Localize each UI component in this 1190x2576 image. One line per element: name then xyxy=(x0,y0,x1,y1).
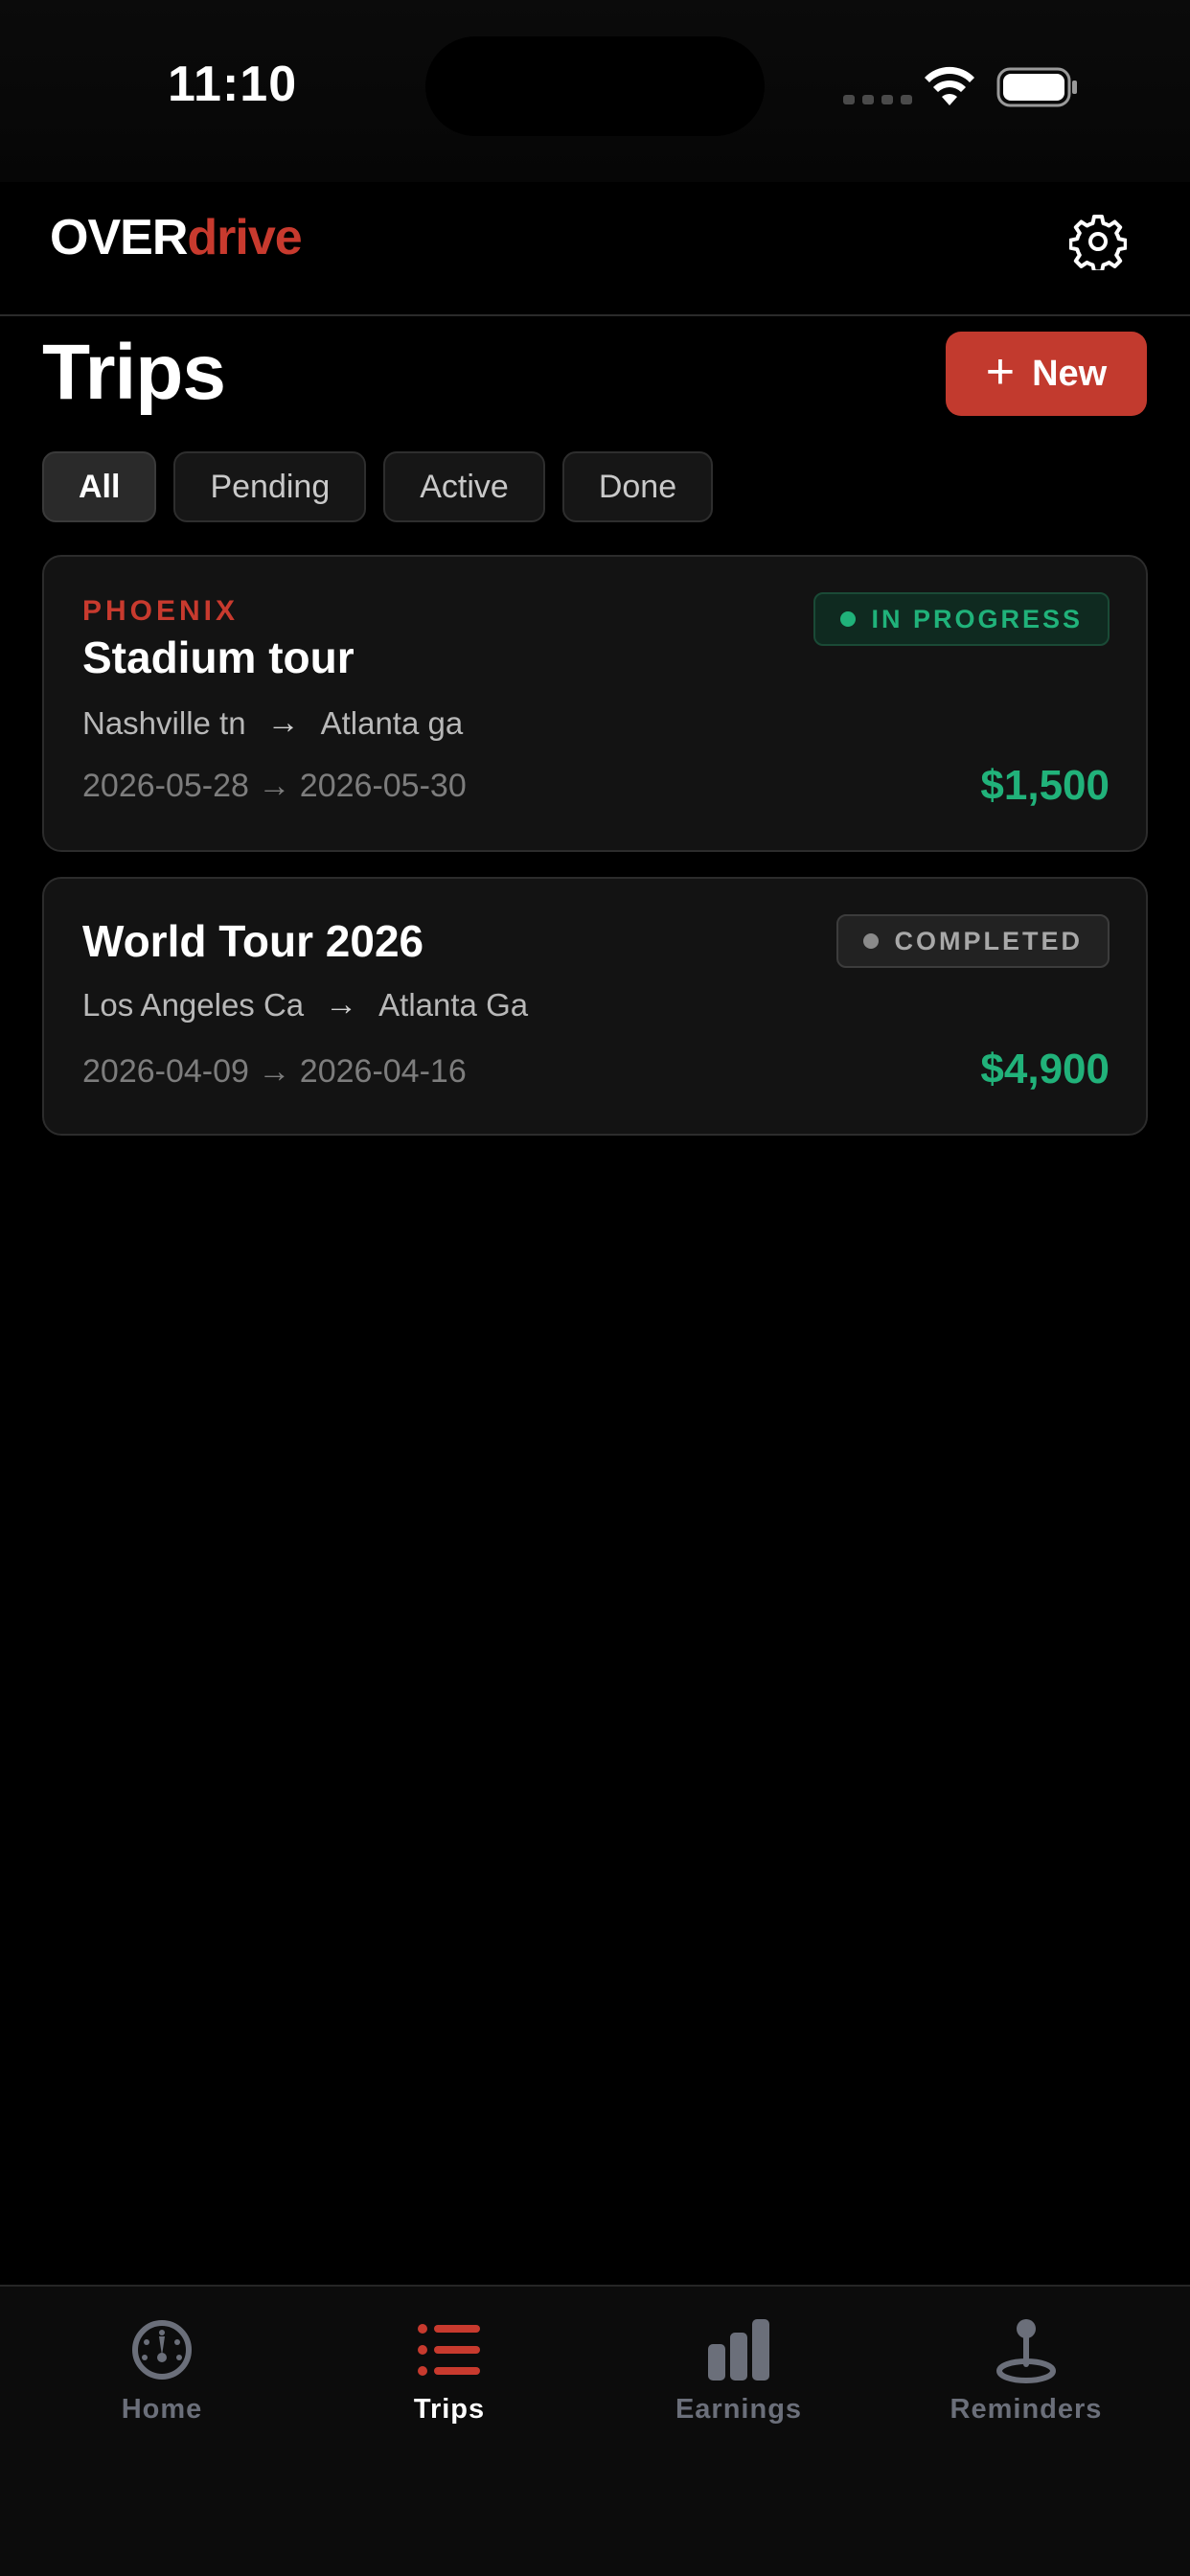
status-bar: 11:10 xyxy=(0,0,1190,182)
header-divider xyxy=(0,314,1190,316)
tab-trips[interactable]: Trips xyxy=(334,2315,564,2426)
arrow-right-icon: → xyxy=(325,986,358,1023)
tab-home-label: Home xyxy=(121,2394,203,2425)
status-time: 11:10 xyxy=(168,57,298,112)
status-badge: COMPLETED xyxy=(836,914,1110,968)
page-title: Trips xyxy=(42,329,226,416)
status-dot-icon xyxy=(840,611,857,627)
status-badge-label: IN PROGRESS xyxy=(871,604,1083,633)
trip-route: Nashville tn → Atlanta ga xyxy=(82,704,463,742)
plus-icon: + xyxy=(985,344,1016,400)
trip-title: Stadium tour xyxy=(82,632,355,682)
pin-icon xyxy=(996,2319,1056,2383)
filter-chip-all[interactable]: All xyxy=(42,451,157,522)
trip-origin: Nashville tn xyxy=(82,704,246,741)
filter-chip-active[interactable]: Active xyxy=(383,451,545,522)
trip-title: World Tour 2026 xyxy=(82,916,424,966)
tab-bar: Home Trips Earnings Reminders xyxy=(0,2285,1190,2576)
tab-reminders-label: Reminders xyxy=(950,2394,1103,2425)
battery-icon xyxy=(996,67,1077,107)
tab-trips-label: Trips xyxy=(413,2394,486,2425)
status-badge: IN PROGRESS xyxy=(813,592,1110,646)
filter-chip-done[interactable]: Done xyxy=(561,451,714,522)
new-trip-button[interactable]: + New xyxy=(946,332,1147,416)
filter-chips: All Pending Active Done xyxy=(42,451,714,522)
tab-home[interactable]: Home xyxy=(47,2315,277,2426)
brand-logo-part1: OVER xyxy=(50,210,188,265)
tab-earnings[interactable]: Earnings xyxy=(624,2315,854,2426)
trip-card[interactable]: World Tour 2026 Los Angeles Ca → Atlanta… xyxy=(42,877,1148,1136)
trip-origin: Los Angeles Ca xyxy=(82,986,305,1023)
list-icon xyxy=(418,2324,480,2376)
trip-destination: Atlanta ga xyxy=(320,704,464,741)
gear-icon[interactable] xyxy=(1069,213,1127,270)
filter-chip-pending[interactable]: Pending xyxy=(173,451,367,522)
speedometer-icon xyxy=(132,2320,192,2380)
bar-chart-icon xyxy=(708,2319,769,2380)
status-dot-icon xyxy=(863,933,880,949)
brand-logo-part2: drive xyxy=(187,210,302,265)
trip-price: $4,900 xyxy=(980,1046,1110,1092)
wifi-icon xyxy=(925,66,974,105)
new-trip-button-label: New xyxy=(1032,353,1108,394)
brand-logo: OVERdrive xyxy=(50,210,303,265)
trip-destination: Atlanta Ga xyxy=(378,986,529,1023)
arrow-right-icon: → xyxy=(266,704,300,741)
status-badge-label: COMPLETED xyxy=(894,926,1083,955)
dynamic-island xyxy=(425,36,765,136)
trip-dates: 2026-05-28 → 2026-05-30 xyxy=(82,768,467,804)
trip-card[interactable]: PHOENIX Stadium tour Nashville tn → Atla… xyxy=(42,555,1148,852)
tab-reminders[interactable]: Reminders xyxy=(911,2315,1141,2426)
trip-route: Los Angeles Ca → Atlanta Ga xyxy=(82,986,528,1024)
trip-client-label: PHOENIX xyxy=(82,595,240,627)
trip-price: $1,500 xyxy=(980,762,1110,809)
tab-earnings-label: Earnings xyxy=(675,2394,803,2425)
trip-dates: 2026-04-09 → 2026-04-16 xyxy=(82,1053,467,1090)
cellular-signal-icon xyxy=(843,95,912,104)
